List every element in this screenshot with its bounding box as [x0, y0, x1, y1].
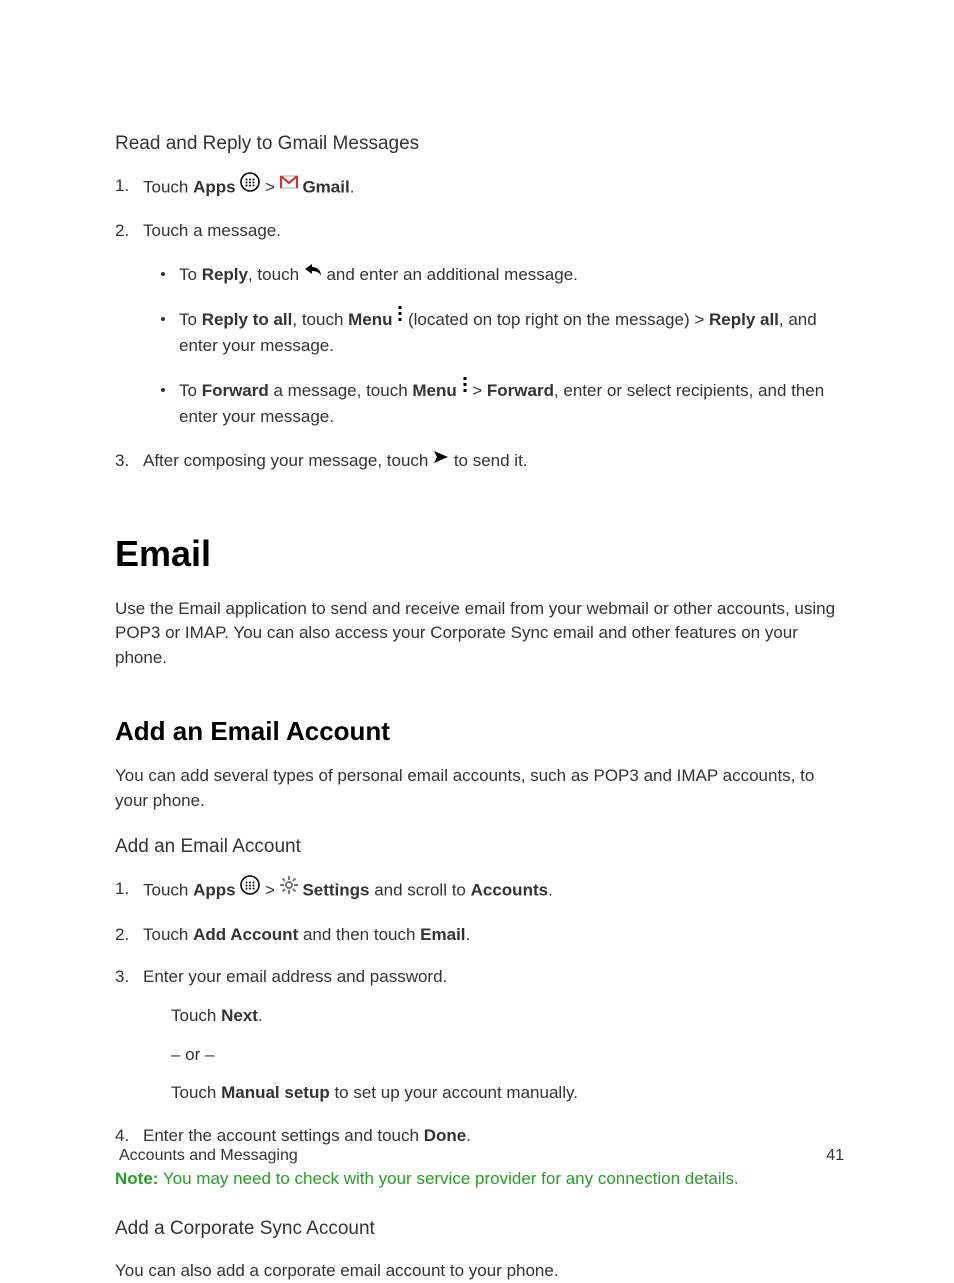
steps-read-reply: Touch Apps > Gmail. Touch a message. To … — [115, 174, 844, 474]
gmail-icon — [280, 173, 298, 198]
text: Touch — [143, 177, 193, 196]
step-2: Touch a message. To Reply, touch and ent… — [143, 219, 844, 430]
steps-add-email: Touch Apps > Settings and scroll to Acco… — [115, 877, 844, 1148]
bold-menu: Menu — [412, 381, 456, 400]
text: and then touch — [298, 925, 420, 944]
bold-manual-setup: Manual setup — [221, 1083, 330, 1102]
text: > — [468, 381, 487, 400]
add-step-1: Touch Apps > Settings and scroll to Acco… — [143, 877, 844, 905]
step-3: After composing your message, touch to s… — [143, 449, 844, 474]
bold-next: Next — [221, 1006, 258, 1025]
heading-email: Email — [115, 528, 844, 580]
text: Touch — [171, 1083, 221, 1102]
text: Touch — [143, 925, 193, 944]
bold-apps: Apps — [193, 177, 236, 196]
email-intro: Use the Email application to send and re… — [115, 597, 844, 671]
footer-section: Accounts and Messaging — [119, 1147, 298, 1164]
indent-manual: Touch Manual setup to set up your accoun… — [143, 1081, 844, 1106]
text: Touch a message. — [143, 221, 281, 240]
substep-reply: To Reply, touch and enter an additional … — [179, 262, 844, 289]
menu-icon — [462, 376, 468, 402]
text: to set up your account manually. — [330, 1083, 578, 1102]
text: Enter your email address and password. — [143, 967, 447, 986]
add-step-3: Enter your email address and password. T… — [143, 965, 844, 1106]
bold-forward-2: Forward — [487, 381, 554, 400]
text: to send it. — [449, 451, 527, 470]
text: To — [179, 381, 202, 400]
settings-icon — [280, 876, 298, 902]
text: . — [350, 177, 355, 196]
text: . — [466, 1126, 471, 1145]
bold-done: Done — [424, 1126, 467, 1145]
bold-reply-all-2: Reply all — [709, 310, 779, 329]
note-label: Note: — [115, 1169, 158, 1188]
corporate-text: You can also add a corporate email accou… — [115, 1259, 844, 1283]
text: . — [466, 925, 471, 944]
add-step-2: Touch Add Account and then touch Email. — [143, 923, 844, 948]
bold-reply: Reply — [202, 265, 248, 284]
indent-or: – or – — [143, 1043, 844, 1068]
text: > — [260, 177, 279, 196]
reply-icon — [304, 260, 322, 286]
note-text: You may need to check with your service … — [158, 1169, 738, 1188]
subheading-add-email: Add an Email Account — [115, 833, 844, 861]
bold-gmail: Gmail — [302, 177, 349, 196]
text: , touch — [292, 310, 348, 329]
bold-add-account: Add Account — [193, 925, 298, 944]
bold-accounts: Accounts — [471, 880, 548, 899]
bold-settings: Settings — [302, 880, 369, 899]
text: and enter an additional message. — [322, 265, 578, 284]
bold-reply-all: Reply to all — [202, 310, 293, 329]
note: Note: You may need to check with your se… — [115, 1167, 844, 1192]
text: (located on top right on the message) > — [403, 310, 709, 329]
text: To — [179, 310, 202, 329]
menu-icon — [397, 305, 403, 331]
text: After composing your message, touch — [143, 451, 433, 470]
text: , touch — [248, 265, 304, 284]
bold-menu: Menu — [348, 310, 392, 329]
step-1: Touch Apps > Gmail. — [143, 174, 844, 202]
send-icon — [433, 447, 449, 472]
text: Touch — [171, 1006, 221, 1025]
text: and scroll to — [370, 880, 471, 899]
text: . — [548, 880, 553, 899]
text: > — [260, 880, 279, 899]
page-footer: Accounts and Messaging 41 — [119, 1144, 844, 1167]
heading-read-reply: Read and Reply to Gmail Messages — [115, 130, 844, 158]
bold-forward: Forward — [202, 381, 269, 400]
text: . — [258, 1006, 263, 1025]
subheading-corporate: Add a Corporate Sync Account — [115, 1215, 844, 1243]
substep-reply-all: To Reply to all, touch Menu (located on … — [179, 307, 844, 360]
indent-next: Touch Next. — [143, 1004, 844, 1029]
bold-email: Email — [420, 925, 465, 944]
substeps: To Reply, touch and enter an additional … — [143, 262, 844, 431]
text: Touch — [143, 880, 193, 899]
apps-icon — [240, 172, 260, 200]
bold-apps: Apps — [193, 880, 236, 899]
substep-forward: To Forward a message, touch Menu > Forwa… — [179, 378, 844, 431]
footer-page-number: 41 — [826, 1144, 844, 1167]
apps-icon — [240, 875, 260, 903]
heading-add-account: Add an Email Account — [115, 713, 844, 751]
text: a message, touch — [269, 381, 413, 400]
text: Enter the account settings and touch — [143, 1126, 424, 1145]
add-account-intro: You can add several types of personal em… — [115, 764, 844, 813]
text: To — [179, 265, 202, 284]
